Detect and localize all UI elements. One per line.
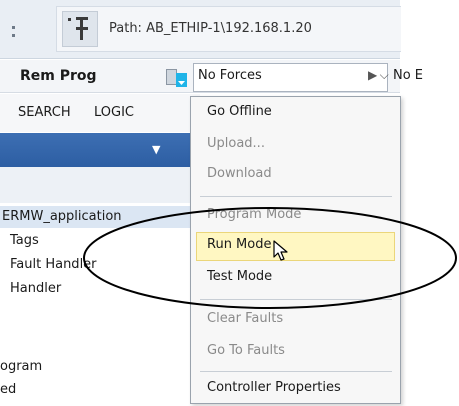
chevron-down-icon xyxy=(178,81,185,85)
tree-item-ed[interactable]: ed xyxy=(0,382,16,397)
organizer-header xyxy=(0,133,196,167)
controller-mode-label: Rem Prog xyxy=(20,68,97,84)
controller-path-icon[interactable] xyxy=(62,11,98,47)
forces-label: No Forces xyxy=(198,68,262,83)
menu-item-controller-properties[interactable]: Controller Properties xyxy=(207,380,341,395)
menu-item-test-mode[interactable]: Test Mode xyxy=(207,269,272,284)
path-label: Path: AB_ETHIP-1\192.168.1.20 xyxy=(109,21,312,36)
tree-item-handler[interactable]: Handler xyxy=(10,281,61,296)
tab-search[interactable]: SEARCH xyxy=(18,105,71,120)
tree-item-program[interactable]: ogram xyxy=(0,359,42,374)
menu-separator xyxy=(200,299,392,300)
tree-item-fault-handler[interactable]: Fault Handler xyxy=(10,257,97,272)
menu-item-go-offline[interactable]: Go Offline xyxy=(207,104,272,119)
grip-icon xyxy=(12,34,15,37)
menu-item-go-to-faults[interactable]: Go To Faults xyxy=(207,343,285,358)
tab-logic[interactable]: LOGIC xyxy=(94,105,134,120)
next-status-label: No E xyxy=(393,68,424,83)
menu-item-run-mode[interactable]: Run Mode xyxy=(207,237,271,252)
toolbar-right-blank xyxy=(400,0,459,58)
menu-item-program-mode[interactable]: Program Mode xyxy=(207,207,301,222)
forces-dropdown-icon[interactable]: ▶ ⌵ xyxy=(368,68,389,83)
tree-item-tags[interactable]: Tags xyxy=(10,233,39,248)
organizer-subheader xyxy=(0,167,196,203)
mode-dropdown-button[interactable] xyxy=(176,73,187,87)
menu-item-clear-faults[interactable]: Clear Faults xyxy=(207,311,283,326)
chevron-down-icon[interactable]: ▼ xyxy=(152,143,160,156)
path-glyph-icon xyxy=(68,17,88,40)
mouse-pointer-icon xyxy=(273,240,288,261)
menu-item-upload[interactable]: Upload... xyxy=(207,136,265,151)
menu-item-download[interactable]: Download xyxy=(207,166,272,181)
menu-separator xyxy=(200,371,392,372)
tree-item-application[interactable]: ERMW_application xyxy=(0,206,194,228)
menu-separator xyxy=(200,196,392,197)
